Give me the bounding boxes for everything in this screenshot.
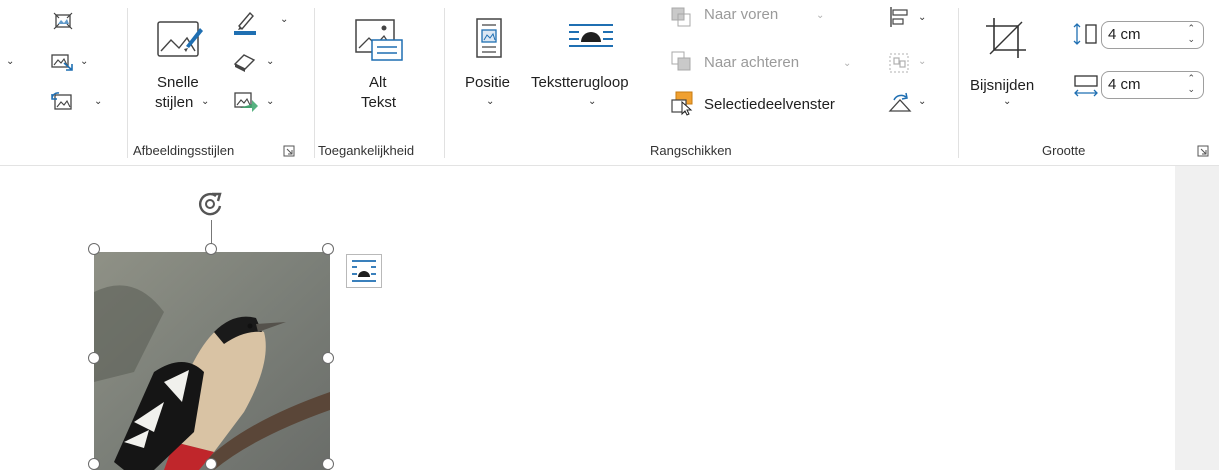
picture-border-icon[interactable] bbox=[232, 8, 260, 36]
width-input[interactable]: 4 cm ⌃ ⌄ bbox=[1101, 71, 1204, 99]
width-value: 4 cm bbox=[1108, 76, 1141, 93]
quick-styles-label-line1: Snelle bbox=[157, 74, 199, 91]
chevron-down-icon: ⌄ bbox=[843, 58, 852, 69]
chevron-down-icon[interactable]: ⌄ bbox=[266, 96, 274, 107]
chevron-down-icon[interactable]: ⌄ bbox=[94, 96, 102, 107]
resize-handle-left[interactable] bbox=[88, 352, 100, 364]
layout-options-button[interactable] bbox=[346, 254, 382, 288]
position-label: Positie bbox=[465, 74, 511, 91]
height-input[interactable]: 4 cm ⌃ ⌄ bbox=[1101, 21, 1204, 49]
bring-forward-label: Naar voren bbox=[704, 6, 779, 23]
height-spinner-arrows[interactable]: ⌃ ⌄ bbox=[1187, 23, 1195, 45]
group-label-picture-styles: Afbeeldingsstijlen bbox=[133, 143, 235, 158]
rotate-handle-icon[interactable] bbox=[194, 188, 230, 222]
group-label-accessibility: Toegankelijkheid bbox=[318, 143, 415, 158]
resize-handle-bottom-right[interactable] bbox=[322, 458, 334, 470]
crop-label: Bijsnijden bbox=[970, 77, 1035, 94]
wrap-text-label: Tekstterugloop bbox=[531, 74, 629, 91]
woodpecker-image[interactable] bbox=[94, 252, 330, 470]
change-picture-icon[interactable] bbox=[50, 50, 76, 74]
width-spinner-arrows[interactable]: ⌃ ⌄ bbox=[1187, 73, 1195, 95]
chevron-down-icon[interactable]: ⌄ bbox=[280, 14, 288, 25]
quick-styles-label-line2: stijlen bbox=[155, 94, 194, 111]
bring-forward-icon bbox=[671, 7, 691, 27]
crop-icon[interactable] bbox=[984, 16, 1028, 60]
alt-text-icon[interactable] bbox=[354, 18, 406, 62]
resize-handle-bottom-left[interactable] bbox=[88, 458, 100, 470]
resize-handle-top-right[interactable] bbox=[322, 243, 334, 255]
selection-pane-icon[interactable] bbox=[670, 90, 696, 116]
resize-handle-right[interactable] bbox=[322, 352, 334, 364]
dialog-launcher-icon[interactable] bbox=[283, 145, 295, 157]
resize-handle-top-left[interactable] bbox=[88, 243, 100, 255]
wrap-text-icon[interactable] bbox=[567, 22, 615, 50]
align-icon[interactable] bbox=[888, 6, 912, 28]
resize-handle-bottom[interactable] bbox=[205, 458, 217, 470]
compress-pictures-icon[interactable] bbox=[50, 8, 76, 34]
reset-picture-icon[interactable] bbox=[50, 90, 76, 114]
chevron-down-icon[interactable]: ⌄ bbox=[486, 96, 494, 107]
dialog-launcher-icon[interactable] bbox=[1197, 145, 1209, 157]
rotate-icon[interactable] bbox=[888, 92, 914, 114]
alt-text-label-line2: Tekst bbox=[361, 94, 397, 111]
shape-width-icon bbox=[1074, 75, 1098, 97]
chevron-down-icon[interactable]: ⌄ bbox=[918, 12, 926, 23]
chevron-down-icon[interactable]: ⌄ bbox=[588, 96, 596, 107]
group-label-size: Grootte bbox=[1042, 143, 1086, 158]
wrap-text-icon bbox=[352, 260, 376, 282]
quick-styles-icon[interactable] bbox=[156, 18, 204, 62]
chevron-down-icon: ⌄ bbox=[918, 56, 927, 67]
send-backward-label: Naar achteren bbox=[704, 54, 800, 71]
resize-handle-top[interactable] bbox=[205, 243, 217, 255]
alt-text-label-line1: Alt bbox=[369, 74, 387, 91]
send-backward-icon bbox=[671, 51, 691, 71]
picture-layout-icon[interactable] bbox=[232, 90, 260, 116]
chevron-down-icon[interactable]: ⌄ bbox=[80, 56, 88, 67]
group-objects-icon bbox=[889, 53, 909, 73]
chevron-down-icon[interactable]: ⌄ bbox=[266, 56, 274, 67]
chevron-down-icon[interactable]: ⌄ bbox=[6, 56, 14, 67]
selection-pane-label: Selectiedeelvenster bbox=[704, 96, 835, 113]
chevron-down-icon[interactable]: ⌄ bbox=[201, 96, 209, 107]
chevron-down-icon[interactable]: ⌄ bbox=[918, 96, 926, 107]
picture-effects-icon[interactable] bbox=[232, 50, 258, 74]
chevron-down-icon: ⌄ bbox=[816, 10, 825, 21]
height-value: 4 cm bbox=[1108, 26, 1141, 43]
shape-height-icon bbox=[1073, 23, 1097, 45]
ribbon: ⌄ ⌄ ⌄ Snelle stijlen ⌄ ⌄ ⌄ ⌄ Afbeeldings… bbox=[0, 0, 1219, 166]
vertical-scrollbar[interactable] bbox=[1175, 166, 1219, 470]
group-label-arrange: Rangschikken bbox=[650, 143, 732, 158]
chevron-down-icon[interactable]: ⌄ bbox=[1003, 96, 1011, 107]
position-icon[interactable] bbox=[474, 16, 504, 60]
